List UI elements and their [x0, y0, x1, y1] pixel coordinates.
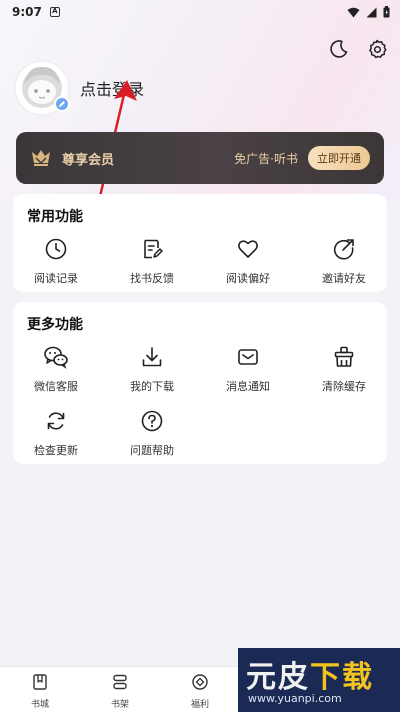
- menu-item-check-update[interactable]: 检查更新: [13, 408, 99, 458]
- vip-subtitle: 免广告·听书: [234, 151, 298, 166]
- more-functions-card: 更多功能 微信客服 我的下载 消息通知 清除缓存 检查更新 问题帮助: [13, 302, 387, 464]
- menu-item-invite-friends[interactable]: 邀请好友: [301, 236, 387, 286]
- menu-item-label: 问题帮助: [130, 444, 174, 457]
- share-icon: [331, 236, 357, 262]
- menu-item-help[interactable]: 问题帮助: [109, 408, 195, 458]
- moon-icon[interactable]: [328, 38, 350, 60]
- mail-icon: [235, 344, 261, 370]
- vip-title: 尊享会员: [62, 152, 115, 168]
- menu-item-book-feedback[interactable]: 找书反馈: [109, 236, 195, 286]
- common-functions-card: 常用功能 阅读记录 找书反馈 阅读偏好 邀请好友: [13, 194, 387, 292]
- clock-icon: [43, 236, 69, 262]
- menu-item-label: 找书反馈: [130, 272, 174, 285]
- signal-icon: [366, 7, 377, 17]
- menu-item-label: 清除缓存: [322, 380, 366, 393]
- battery-icon: [383, 6, 390, 18]
- menu-item-my-downloads[interactable]: 我的下载: [109, 344, 195, 394]
- menu-item-label: 阅读偏好: [226, 272, 270, 285]
- feedback-icon: [139, 236, 165, 262]
- menu-item-wechat-service[interactable]: 微信客服: [13, 344, 99, 394]
- status-bar: 9:07 A: [0, 0, 400, 24]
- vip-open-button[interactable]: 立即开通: [308, 146, 370, 170]
- menu-item-reading-history[interactable]: 阅读记录: [13, 236, 99, 286]
- help-icon: [139, 408, 165, 434]
- menu-item-label: 邀请好友: [322, 272, 366, 285]
- login-link[interactable]: 点击登录: [80, 76, 144, 100]
- gear-icon[interactable]: [366, 38, 388, 60]
- section-title: 常用功能: [27, 209, 83, 225]
- menu-item-notifications[interactable]: 消息通知: [205, 344, 291, 394]
- section-title: 更多功能: [27, 317, 83, 333]
- watermark-logo: 元皮下载 www.yuanpi.com: [238, 648, 400, 712]
- menu-item-label: 检查更新: [34, 444, 78, 457]
- nav-label: 书城: [30, 700, 49, 710]
- menu-item-label: 微信客服: [34, 380, 78, 393]
- heart-icon: [235, 236, 261, 262]
- menu-item-label: 阅读记录: [34, 272, 78, 285]
- crown-badge-icon: [32, 150, 50, 166]
- avatar[interactable]: [14, 60, 70, 116]
- vip-banner[interactable]: 尊享会员 免广告·听书 立即开通: [16, 132, 384, 184]
- nav-label: 福利: [190, 700, 209, 710]
- gift-icon: [191, 673, 209, 695]
- nav-bookstore[interactable]: 书城: [10, 673, 70, 710]
- nav-label: 书架: [110, 700, 129, 710]
- watermark-url: www.yuanpi.com: [248, 692, 342, 705]
- refresh-icon: [43, 408, 69, 434]
- menu-item-clear-cache[interactable]: 清除缓存: [301, 344, 387, 394]
- edit-pencil-icon[interactable]: [54, 96, 70, 112]
- wechat-icon: [43, 344, 69, 370]
- book-icon: [31, 673, 49, 695]
- watermark-text-yellow: 下载: [310, 660, 374, 695]
- nav-welfare[interactable]: 福利: [170, 673, 230, 710]
- profile-section[interactable]: 点击登录: [14, 60, 144, 116]
- shelf-icon: [111, 673, 129, 695]
- menu-item-label: 我的下载: [130, 380, 174, 393]
- watermark-text-white: 元皮: [246, 660, 310, 695]
- menu-item-reading-preference[interactable]: 阅读偏好: [205, 236, 291, 286]
- notification-icon: A: [49, 7, 60, 17]
- download-icon: [139, 344, 165, 370]
- header-actions: [328, 38, 388, 60]
- wifi-icon: [347, 7, 360, 17]
- broom-icon: [331, 344, 357, 370]
- status-icons: [347, 6, 390, 18]
- status-time: 9:07: [12, 5, 42, 19]
- nav-bookshelf[interactable]: 书架: [90, 673, 150, 710]
- menu-item-label: 消息通知: [226, 380, 270, 393]
